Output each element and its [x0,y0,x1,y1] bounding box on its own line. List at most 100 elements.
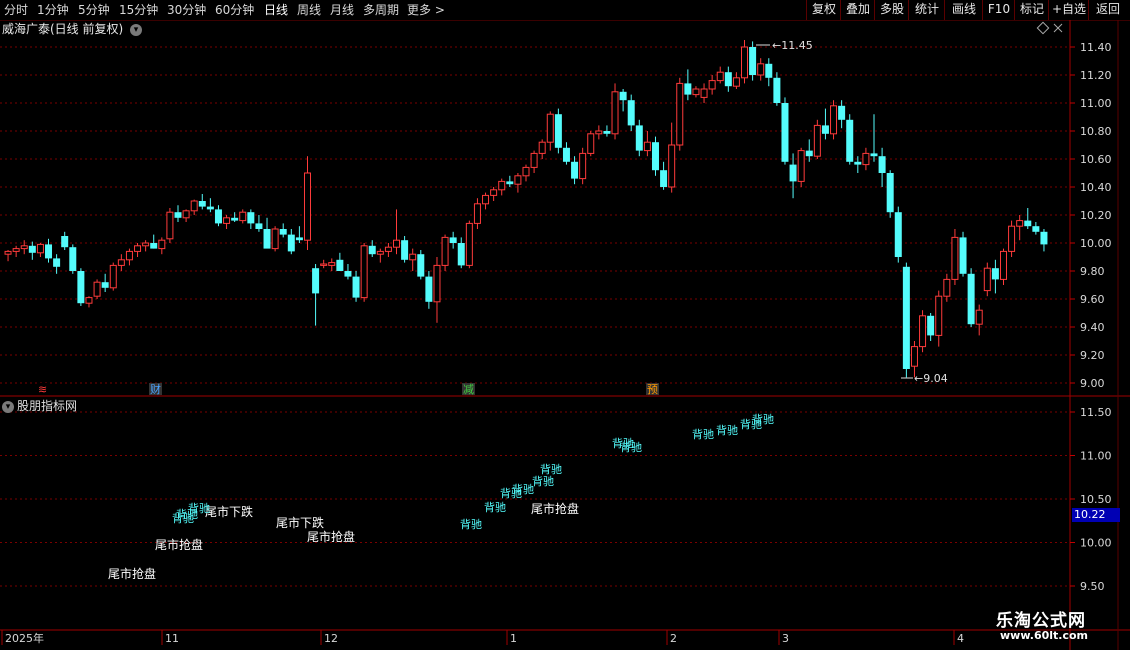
candle-up [465,222,473,266]
candle-up [490,189,498,196]
candle-up [910,346,918,367]
candle-up [158,239,166,250]
candle-down [77,271,85,304]
time-label: 2 [670,632,677,645]
candle-up [919,315,927,348]
time-label: 11 [165,632,179,645]
candle-down [449,237,457,243]
candle-up [142,242,150,247]
candle-down [562,147,570,162]
candle-down [635,125,643,151]
candle-up [983,267,991,292]
candle-down [660,170,668,187]
candle-down [53,258,61,267]
diamond-icon[interactable] [1036,21,1050,35]
candle-up [595,130,603,135]
candle-up [999,250,1007,280]
price-tick-label: 11.20 [1080,69,1112,82]
indicator-title: ▾ 股朋指标网 [2,398,77,414]
candle-up [732,77,740,87]
candle-down [878,156,886,173]
price-tick-label: 9.00 [1080,377,1105,390]
candle-down [28,245,36,253]
price-tick-label: 10.00 [1080,237,1112,250]
candle-down [846,119,854,162]
candle-down [1024,220,1032,227]
candle-up [271,228,279,250]
candlestick-chart[interactable]: 11.40 11.20 11.00 10.80 10.60 10.40 10.20 10.00… [0,0,1130,650]
divergence-label: 背驰 [540,462,562,476]
stock-name: 威海广泰(日线 前复权) [2,22,124,36]
candle-up [716,71,724,82]
candle-down [279,229,287,235]
candle-down [821,125,829,134]
price-tick-label: 11.00 [1080,97,1112,110]
high-price-label: ←11.45 [772,39,813,52]
candle-down [967,273,975,325]
divergence-label: 背驰 [484,500,506,514]
candle-up [109,264,117,289]
candle-down [902,266,910,369]
candle-down [312,268,320,294]
candle-up [134,245,142,252]
candle-up [20,245,28,250]
candle-down [69,247,77,271]
candle-up [935,295,943,336]
low-price-label: ←9.04 [914,372,948,385]
candle-down [401,240,409,260]
candle-down [651,142,659,171]
signal-label: 尾市抢盘 [307,529,355,544]
candle-up [692,88,700,96]
divergence-label: 背驰 [188,501,210,515]
candle-up [125,250,133,261]
candle-up [951,236,959,280]
chart-title: 威海广泰(日线 前复权) ▾ [2,21,143,37]
candle-up [514,175,522,185]
time-label: 4 [957,632,964,645]
divergence-label: 背驰 [512,482,534,496]
close-icon[interactable] [1053,23,1063,33]
candle-down [336,259,344,271]
indicator-tick-label: 10.00 [1080,537,1112,550]
candle-down [789,164,797,182]
candle-up [223,217,231,224]
candle-down [749,47,757,75]
candle-down [927,315,935,336]
candle-up [943,278,951,297]
candle-down [603,131,611,134]
divergence-label: 背驰 [716,423,738,437]
candle-down [724,72,732,87]
watermark-url: www.60lt.com [1000,629,1089,642]
candle-up [522,166,530,177]
candle-up [643,141,651,152]
indicator-tick-label: 11.00 [1080,450,1112,463]
event-marker: 减 [463,383,474,396]
candle-down [854,161,862,165]
candle-up [376,250,384,255]
divergence-label: 背驰 [460,517,482,531]
time-label: 1 [510,632,517,645]
high-annotation: ←11.45 [756,39,813,52]
candle-up [975,309,983,325]
event-marker: ≋ [38,383,47,396]
candle-down [1032,226,1040,232]
candle-up [741,46,749,79]
indicator-tick-label: 10.50 [1080,493,1112,506]
candle-down [619,91,627,101]
time-label: 12 [324,632,338,645]
chevron-down-icon[interactable]: ▾ [130,23,143,36]
candle-up [93,281,101,297]
chevron-down-icon[interactable]: ▾ [2,400,14,413]
candle-down [247,212,255,224]
candle-down [773,77,781,103]
candle-down [425,276,433,302]
candle-up [4,250,12,255]
candle-down [150,243,158,249]
candle-down [765,63,773,78]
candle-down [554,114,562,148]
event-marker: 财 [150,382,161,396]
candle-up [538,141,546,154]
event-marker: 预 [647,383,658,396]
candle-down [870,153,878,157]
signal-label: 尾市抢盘 [108,566,156,581]
